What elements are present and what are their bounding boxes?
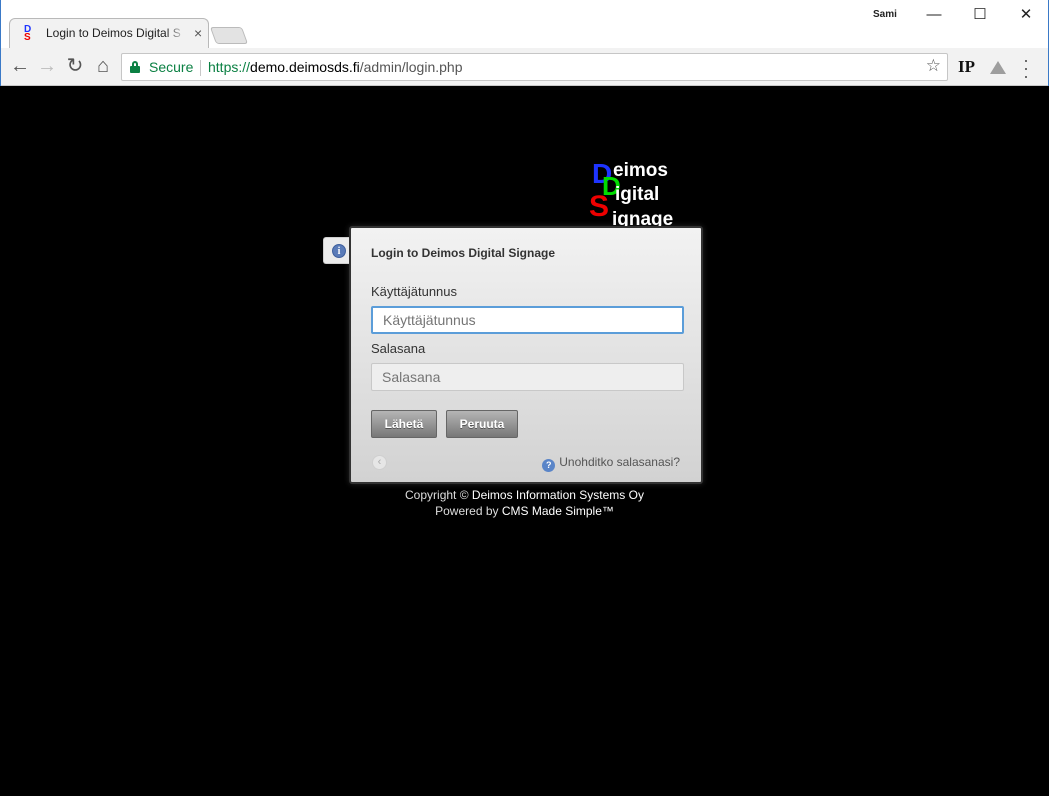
bookmark-star-icon[interactable]: ☆ [926, 56, 941, 76]
copyright-prefix: Copyright © [405, 488, 469, 502]
tab-close-icon[interactable]: × [194, 25, 202, 41]
login-title: Login to Deimos Digital Signage [371, 246, 556, 260]
submit-button[interactable]: Lähetä [371, 410, 437, 438]
browser-toolbar: ← → ↻ ⌂ Secure https://demo.deimosds.fi/… [1, 48, 1048, 86]
username-input[interactable] [371, 306, 684, 334]
divider [200, 60, 201, 76]
forward-arrow-icon[interactable]: → [35, 55, 59, 79]
home-icon[interactable]: ⌂ [91, 55, 115, 79]
site-favicon-icon: DS [24, 24, 32, 43]
url-host: demo.deimosds.fi [250, 59, 360, 75]
url-text[interactable]: https://demo.deimosds.fi/admin/login.php [208, 59, 463, 75]
new-tab-button[interactable] [209, 27, 249, 44]
logo-word-igital: igital [615, 184, 660, 205]
ip-extension-icon[interactable]: IP [958, 57, 975, 77]
powered-by-line: Powered by CMS Made Simple™ [1, 504, 1048, 518]
menu-dots-icon[interactable]: · · · [1023, 51, 1029, 85]
url-path: /admin/login.php [359, 59, 463, 75]
title-bar: DS Login to Deimos Digital S × Sami — ☐ … [1, 0, 1048, 48]
copyright-company-link[interactable]: Deimos Information Systems Oy [472, 488, 644, 502]
page-content: D D S eimos igital ignage i Login to Dei… [1, 86, 1048, 795]
lock-icon [130, 61, 140, 73]
powered-prefix: Powered by [435, 504, 499, 518]
secure-label: Secure [149, 59, 194, 75]
browser-chrome: DS Login to Deimos Digital S × Sami — ☐ … [0, 0, 1049, 86]
help-icon: ? [542, 459, 556, 472]
drive-extension-icon[interactable] [990, 61, 1006, 74]
username-label: Käyttäjätunnus [371, 284, 458, 299]
logo-letter-s: S [589, 190, 610, 223]
reload-icon[interactable]: ↻ [63, 55, 87, 79]
back-arrow-icon[interactable]: ← [8, 55, 32, 79]
minimize-icon[interactable]: — [911, 4, 957, 26]
password-input[interactable] [371, 363, 684, 391]
forgot-password-text: Unohditko salasanasi? [559, 455, 680, 469]
deimos-logo: D D S eimos igital ignage [589, 160, 699, 231]
window-close-icon[interactable]: ✕ [1003, 4, 1049, 26]
cancel-button[interactable]: Peruuta [446, 410, 518, 438]
forgot-password-link[interactable]: ? Unohditko salasanasi? [542, 455, 680, 472]
login-box: Login to Deimos Digital Signage Käyttäjä… [349, 226, 703, 484]
copyright-line: Copyright © Deimos Information Systems O… [1, 488, 1048, 502]
url-scheme: https:// [208, 59, 251, 75]
maximize-icon[interactable]: ☐ [957, 4, 1003, 26]
address-bar[interactable]: Secure https://demo.deimosds.fi/admin/lo… [121, 53, 948, 81]
cms-link[interactable]: CMS Made Simple™ [502, 504, 614, 518]
back-circle-icon[interactable]: ‹ [372, 455, 387, 470]
profile-name[interactable]: Sami [873, 9, 897, 20]
tab-title: Login to Deimos Digital S [46, 26, 186, 40]
password-label: Salasana [371, 341, 426, 356]
logo-word-eimos: eimos [613, 160, 668, 181]
info-icon: i [332, 244, 346, 258]
browser-tab[interactable]: DS Login to Deimos Digital S × [9, 18, 209, 48]
info-tab[interactable]: i [323, 237, 351, 264]
